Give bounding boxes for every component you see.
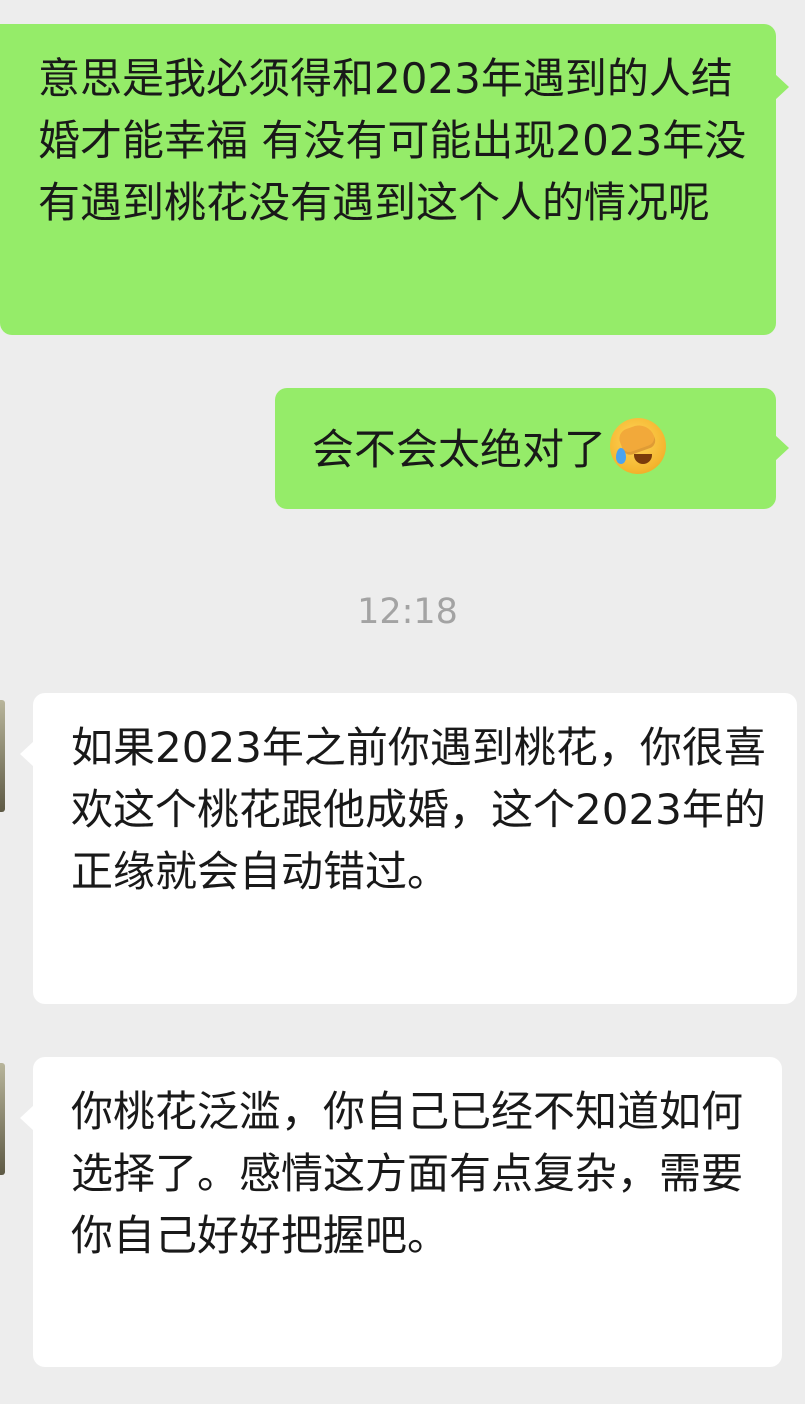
bubble-tail: [775, 435, 789, 461]
avatar[interactable]: [0, 700, 5, 812]
sent-message-bubble[interactable]: 会不会太绝对了: [275, 388, 789, 509]
message-text: 意思是我必须得和2023年遇到的人结婚才能幸福 有没有可能出现2023年没有遇到…: [38, 54, 747, 227]
avatar[interactable]: [0, 1063, 5, 1175]
message-text: 你桃花泛滥，你自己已经不知道如何选择了。感情这方面有点复杂，需要你自己好好把握吧…: [71, 1087, 744, 1260]
message-timestamp: 12:18: [357, 592, 458, 632]
bubble-tail: [20, 741, 34, 767]
bubble-tail: [775, 74, 789, 100]
message-text: 如果2023年之前你遇到桃花，你很喜欢这个桃花跟他成婚，这个2023年的正缘就会…: [71, 723, 766, 896]
sent-message-bubble[interactable]: 意思是我必须得和2023年遇到的人结婚才能幸福 有没有可能出现2023年没有遇到…: [0, 24, 789, 335]
received-message-bubble[interactable]: 如果2023年之前你遇到桃花，你很喜欢这个桃花跟他成婚，这个2023年的正缘就会…: [20, 693, 797, 1004]
received-message-bubble[interactable]: 你桃花泛滥，你自己已经不知道如何选择了。感情这方面有点复杂，需要你自己好好把握吧…: [20, 1057, 782, 1367]
message-text: 会不会太绝对了: [312, 425, 607, 474]
bubble-tail: [20, 1105, 34, 1131]
face-palm-laughing-emoji-icon: [610, 418, 667, 474]
